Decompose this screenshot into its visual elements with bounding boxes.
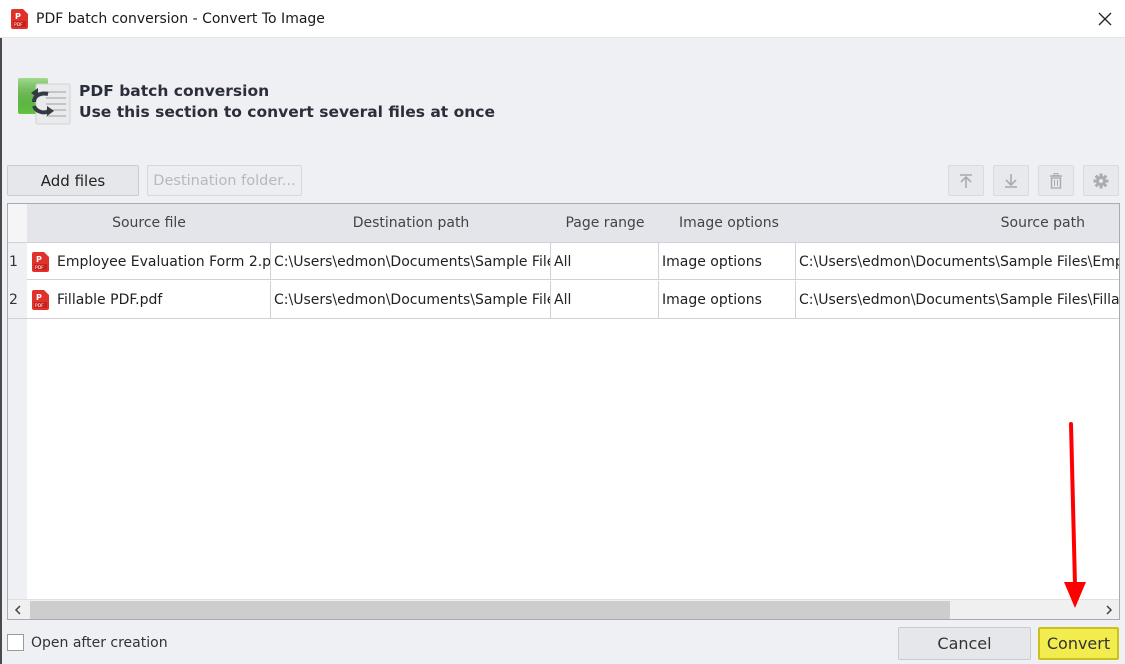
pdf-file-icon: P PDF: [32, 289, 49, 310]
scroll-right-button[interactable]: [1099, 600, 1119, 619]
section-title: PDF batch conversion: [79, 82, 270, 100]
column-header-page-range[interactable]: Page range: [551, 204, 659, 242]
source-file-name: Fillable PDF.pdf: [57, 291, 163, 308]
title-bar: P PDF PDF batch conversion - Convert To …: [0, 0, 1125, 38]
window-title: PDF batch conversion - Convert To Image: [36, 10, 325, 27]
svg-text:PDF: PDF: [35, 303, 44, 309]
destination-folder-button[interactable]: Destination folder...: [147, 165, 302, 196]
chevron-left-icon: [14, 605, 21, 615]
column-header-image-options[interactable]: Image options: [659, 204, 796, 242]
destination-path-cell[interactable]: C:\Users\edmon\Documents\Sample Files: [271, 243, 551, 280]
table-corner: [8, 204, 27, 242]
files-table: Source file Destination path Page range …: [7, 203, 1120, 620]
page-range-cell[interactable]: All: [551, 243, 659, 280]
source-file-name: Employee Evaluation Form 2.pdf: [57, 253, 271, 270]
convert-button[interactable]: Convert: [1038, 627, 1119, 660]
svg-text:P: P: [15, 12, 21, 21]
move-to-top-icon: [960, 173, 972, 188]
destination-path-cell[interactable]: C:\Users\edmon\Documents\Sample Files: [271, 281, 551, 318]
page-range-cell[interactable]: All: [551, 281, 659, 318]
close-icon: [1098, 12, 1112, 26]
horizontal-scrollbar[interactable]: [8, 599, 1119, 619]
cancel-button[interactable]: Cancel: [898, 627, 1031, 660]
pdf-file-icon: P PDF: [32, 251, 49, 272]
source-file-cell[interactable]: P PDF Fillable PDF.pdf: [27, 281, 271, 318]
move-to-top-button[interactable]: [948, 165, 984, 196]
window-edge: [0, 38, 2, 664]
svg-text:P: P: [36, 293, 42, 302]
open-after-creation-checkbox[interactable]: [7, 634, 24, 651]
scroll-left-button[interactable]: [8, 600, 28, 619]
gear-icon: [1093, 173, 1109, 188]
close-button[interactable]: [1095, 9, 1115, 29]
section-subtitle: Use this section to convert several file…: [79, 103, 495, 121]
column-header-source-path[interactable]: Source path: [796, 204, 1119, 242]
image-options-cell[interactable]: Image options: [659, 243, 796, 280]
trash-icon: [1050, 172, 1062, 189]
column-header-destination-path[interactable]: Destination path: [271, 204, 551, 242]
source-path-cell[interactable]: C:\Users\edmon\Documents\Sample Files\Em…: [796, 243, 1119, 280]
table-row[interactable]: 2 P PDF Fillable PDF.pdf C:\Users\edmon\…: [8, 281, 1119, 319]
row-number: 2: [8, 281, 27, 318]
settings-button[interactable]: [1083, 165, 1119, 196]
svg-text:PDF: PDF: [14, 22, 23, 28]
row-number: 1: [8, 243, 27, 280]
source-path-cell[interactable]: C:\Users\edmon\Documents\Sample Files\Fi…: [796, 281, 1119, 318]
column-header-source-file[interactable]: Source file: [27, 204, 271, 242]
svg-text:P: P: [36, 255, 42, 264]
move-to-bottom-button[interactable]: [993, 165, 1029, 196]
section-header: PDF batch conversion Use this section to…: [16, 76, 495, 128]
open-after-creation-label: Open after creation: [31, 634, 168, 651]
source-file-cell[interactable]: P PDF Employee Evaluation Form 2.pdf: [27, 243, 271, 280]
add-files-button[interactable]: Add files: [7, 165, 139, 196]
scrollbar-thumb[interactable]: [30, 601, 950, 619]
move-to-bottom-icon: [1005, 173, 1017, 188]
image-options-cell[interactable]: Image options: [659, 281, 796, 318]
open-after-creation-option[interactable]: Open after creation: [7, 634, 168, 651]
table-header: Source file Destination path Page range …: [8, 204, 1119, 242]
delete-button[interactable]: [1038, 165, 1074, 196]
pdf-app-icon: P PDF: [11, 8, 28, 29]
svg-text:PDF: PDF: [35, 265, 44, 271]
batch-conversion-icon: [18, 78, 71, 125]
table-row[interactable]: 1 P PDF Employee Evaluation Form 2.pdf C…: [8, 242, 1119, 280]
chevron-right-icon: [1106, 605, 1113, 615]
